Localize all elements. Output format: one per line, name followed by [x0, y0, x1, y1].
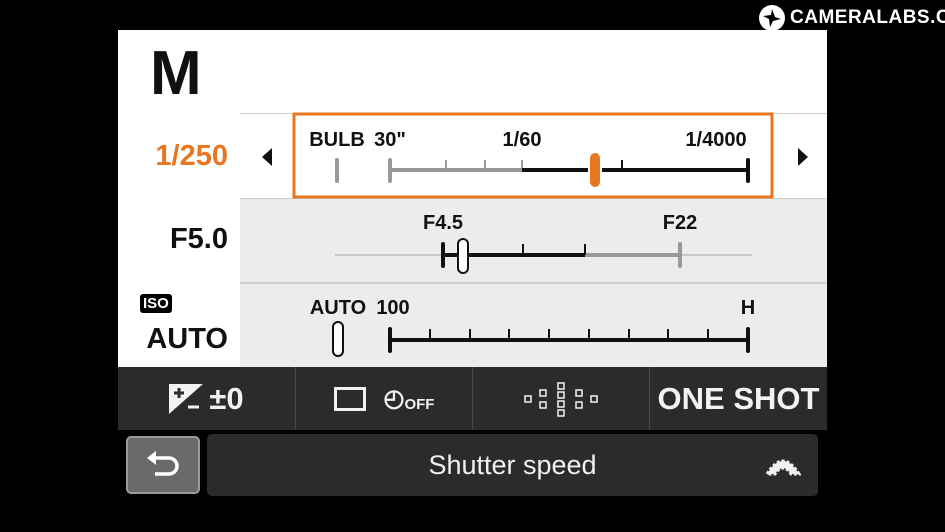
aperture-scale[interactable] — [335, 238, 752, 274]
shutter-marker[interactable] — [588, 151, 602, 189]
exposure-comp-icon — [169, 383, 204, 414]
scale-label-bulb: BULB — [309, 129, 365, 151]
scale-label-f22: F22 — [663, 212, 697, 234]
left-arrow-icon[interactable] — [262, 148, 272, 166]
scale-label-1-60: 1/60 — [503, 129, 542, 151]
setting-title: Shutter speed — [428, 449, 597, 480]
af-points-icon — [524, 381, 598, 417]
main-dial-icon — [765, 459, 801, 476]
aperture-marker[interactable] — [457, 238, 469, 274]
scale-label-h: H — [741, 297, 755, 319]
scale-label-auto: AUTO — [310, 297, 366, 319]
drive-mode-button[interactable]: ◴ OFF — [296, 367, 473, 430]
af-operation-button[interactable]: ONE SHOT — [650, 367, 827, 430]
quick-settings-bar: ±0 ◴ OFF ONE SHOT — [118, 367, 827, 430]
scale-label-f4-5: F4.5 — [423, 212, 463, 234]
exposure-comp-button[interactable]: ±0 — [118, 367, 296, 430]
self-timer-icon: ◴ OFF — [383, 385, 435, 413]
single-shot-icon — [333, 386, 366, 411]
self-timer-value: OFF — [404, 396, 435, 413]
shutter-scale[interactable] — [335, 151, 750, 189]
iso-scale[interactable] — [332, 321, 750, 357]
exposure-comp-value: ±0 — [209, 380, 244, 416]
back-arrow-icon — [147, 451, 179, 476]
af-area-button[interactable] — [473, 367, 650, 430]
right-arrow-icon[interactable] — [798, 148, 808, 166]
scale-label-1-4000: 1/4000 — [685, 129, 746, 151]
back-button[interactable] — [126, 436, 200, 494]
iso-marker[interactable] — [332, 321, 344, 357]
info-bar: Shutter speed — [207, 434, 818, 496]
scale-label-100: 100 — [376, 297, 409, 319]
scale-label-30s: 30" — [374, 129, 406, 151]
shutter-selection-frame — [292, 112, 774, 199]
